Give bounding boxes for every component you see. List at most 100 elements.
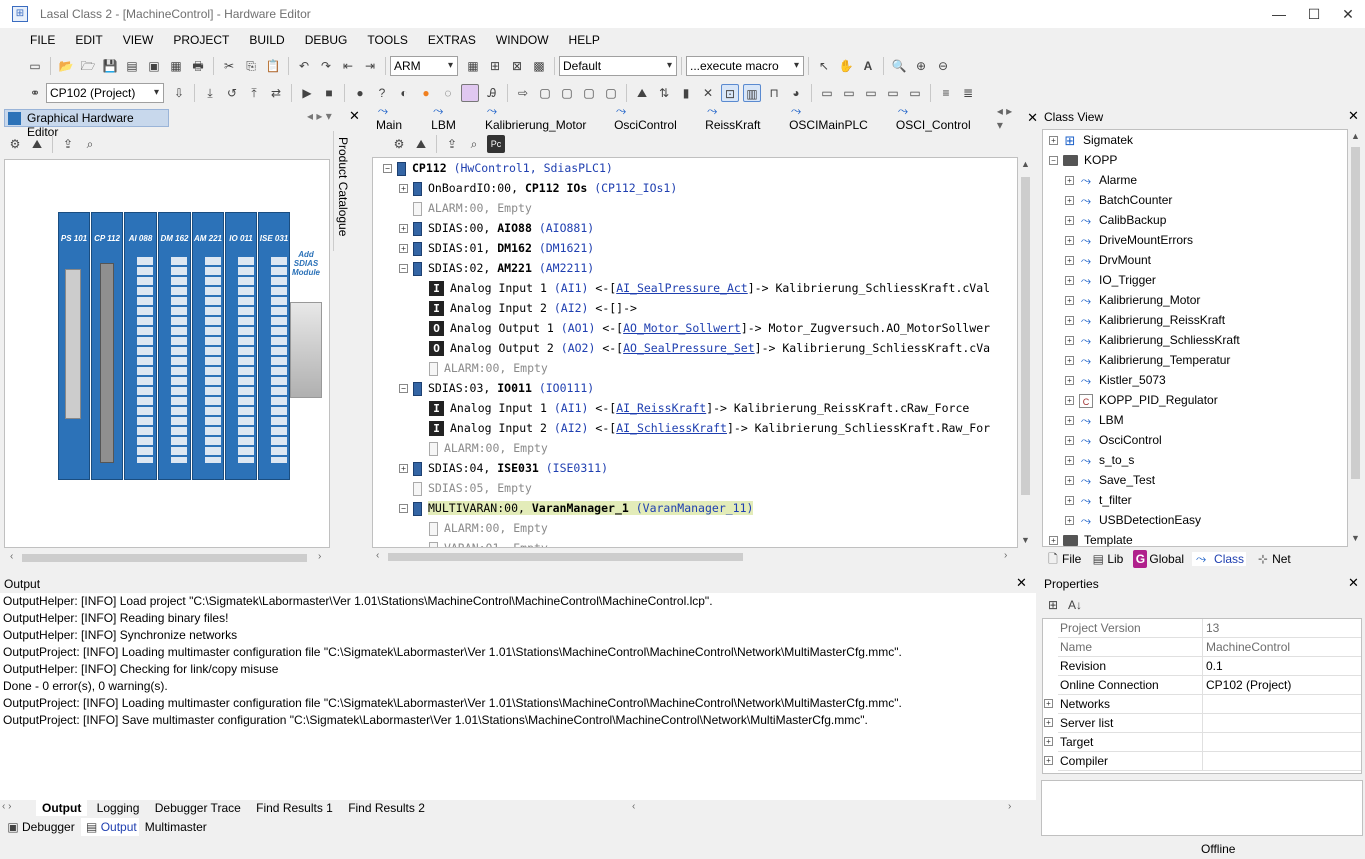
- class-item[interactable]: + ⤳ Kalibrierung_ReissKraft: [1065, 310, 1225, 330]
- io-channel-row[interactable]: O Analog Output 2 (AO2) <-[AO_SealPressur…: [415, 338, 990, 358]
- export-icon[interactable]: ⇥: [361, 57, 379, 75]
- zoom-in-icon[interactable]: ⊕: [912, 57, 930, 75]
- hand-icon[interactable]: ✋: [837, 57, 855, 75]
- tree-node-row[interactable]: + SDIAS:00, AIO88 (AIO881): [399, 218, 594, 238]
- class-item[interactable]: + ⤳ t_filter: [1065, 490, 1132, 510]
- text-icon[interactable]: A: [859, 57, 877, 75]
- tab-logging[interactable]: Logging: [91, 800, 146, 816]
- module-ps101[interactable]: PS 101: [58, 212, 90, 480]
- save-icon[interactable]: 💾: [101, 57, 119, 75]
- open-icon[interactable]: 📂: [57, 57, 75, 75]
- step-icon[interactable]: ◐: [395, 84, 413, 102]
- grid-icon[interactable]: ⊞: [486, 57, 504, 75]
- watch-icon[interactable]: ◌: [439, 84, 457, 102]
- tab-reisskraft[interactable]: ⤳ReissKraft: [705, 104, 779, 133]
- empty-slot-row[interactable]: ALARM:00, Empty: [399, 198, 532, 218]
- tabs-nav-icon[interactable]: ◂ ▸ ▾: [997, 104, 1021, 132]
- open-project-icon[interactable]: 🗁: [79, 57, 97, 75]
- hw-chart-icon[interactable]: ⛰: [28, 135, 46, 153]
- close-pane-icon[interactable]: ✕: [349, 108, 360, 124]
- hw-hscrollbar[interactable]: ‹ ›: [4, 550, 330, 566]
- tab-debugger-trace[interactable]: Debugger Trace: [149, 800, 247, 816]
- tab-lib[interactable]: ▤ Lib: [1089, 550, 1124, 568]
- io-channel-row[interactable]: I Analog Input 1 (AI1) <-[AI_ReissKraft]-…: [415, 398, 969, 418]
- tree-hscrollbar[interactable]: ‹ ›: [372, 549, 1018, 565]
- tab-multimaster[interactable]: Multimaster: [145, 820, 207, 834]
- expander-icon[interactable]: +: [1065, 436, 1074, 446]
- zoom-icon[interactable]: 🔍: [890, 57, 908, 75]
- close-class-view-icon[interactable]: ✕: [1348, 108, 1359, 124]
- sort-icon[interactable]: ⇅: [655, 84, 673, 102]
- close-button[interactable]: ✕: [1331, 0, 1365, 28]
- property-row[interactable]: + Server list: [1044, 714, 1361, 733]
- class-item[interactable]: + ⤳ USBDetectionEasy: [1065, 510, 1201, 530]
- linked-variable[interactable]: AI_SealPressure_Act: [616, 281, 748, 295]
- expander-icon[interactable]: +: [1049, 536, 1058, 546]
- delete-icon[interactable]: ⊠: [508, 57, 526, 75]
- class-item[interactable]: + ⤳ IO_Trigger: [1065, 270, 1156, 290]
- empty-slot-row[interactable]: SDIAS:05, Empty: [399, 478, 532, 498]
- module-io011[interactable]: IO 011: [225, 212, 257, 480]
- menu-view[interactable]: VIEW: [117, 30, 160, 50]
- box2-icon[interactable]: ▢: [558, 84, 576, 102]
- menu-build[interactable]: BUILD: [243, 30, 290, 50]
- expander-icon[interactable]: +: [1065, 256, 1074, 266]
- expander-icon[interactable]: +: [1065, 196, 1074, 206]
- class-item[interactable]: + ⤳ OsciControl: [1065, 430, 1162, 450]
- close-properties-icon[interactable]: ✕: [1348, 575, 1359, 591]
- property-row[interactable]: Project Version 13: [1058, 619, 1361, 638]
- import-icon[interactable]: ⇤: [339, 57, 357, 75]
- chart-icon[interactable]: ⛰: [633, 84, 651, 102]
- close-output-icon[interactable]: ✕: [1016, 575, 1027, 591]
- property-row[interactable]: Online Connection CP102 (Project): [1058, 676, 1361, 695]
- empty-slot-row[interactable]: ALARM:00, Empty: [415, 358, 548, 378]
- class-item[interactable]: + ⤳ DriveMountErrors: [1065, 230, 1193, 250]
- expander-icon[interactable]: +: [1049, 136, 1058, 146]
- expander-icon[interactable]: +: [1065, 276, 1074, 286]
- tab-kalibrierung-motor[interactable]: ⤳Kalibrierung_Motor: [485, 104, 604, 133]
- tools-icon[interactable]: ✕: [699, 84, 717, 102]
- tree-node-row[interactable]: + SDIAS:04, ISE031 (ISE0311): [399, 458, 608, 478]
- tree-node-row[interactable]: − MULTIVARAN:00, VaranManager_1 (VaranMan…: [399, 498, 754, 518]
- undo-icon[interactable]: ↶: [295, 57, 313, 75]
- expander-icon[interactable]: −: [383, 164, 392, 173]
- tree-vscrollbar[interactable]: ▲ ▼: [1018, 157, 1033, 548]
- expander-icon[interactable]: +: [1065, 516, 1074, 526]
- class-item[interactable]: + ⤳ Save_Test: [1065, 470, 1155, 490]
- linked-variable[interactable]: AO_SealPressure_Set: [623, 341, 755, 355]
- box3-icon[interactable]: ▢: [580, 84, 598, 102]
- breakpoint-icon[interactable]: ●: [351, 84, 369, 102]
- monitor-icon[interactable]: ▩: [530, 57, 548, 75]
- box4-icon[interactable]: ▢: [602, 84, 620, 102]
- expander-icon[interactable]: −: [1049, 156, 1058, 166]
- menu-debug[interactable]: DEBUG: [299, 30, 354, 50]
- close-doc-icon[interactable]: ✕: [1027, 110, 1038, 126]
- download-icon[interactable]: ⇩: [170, 84, 188, 102]
- reset-icon[interactable]: ↺: [223, 84, 241, 102]
- tab-global[interactable]: G Global: [1131, 550, 1184, 568]
- module-ise031[interactable]: ISE 031: [258, 212, 290, 480]
- menu-project[interactable]: PROJECT: [167, 30, 235, 50]
- new-window-icon[interactable]: ▭: [26, 57, 44, 75]
- tree-node-row[interactable]: − CP112 (HwControl1, SdiasPLC1): [383, 158, 613, 178]
- expander-icon[interactable]: +: [1065, 456, 1074, 466]
- hw-properties-icon[interactable]: ⚙: [6, 135, 24, 153]
- tab-class[interactable]: ⤳ Class: [1192, 551, 1247, 567]
- zoom-out-icon[interactable]: ⊖: [934, 57, 952, 75]
- menu-extras[interactable]: EXTRAS: [422, 30, 482, 50]
- class-vscrollbar[interactable]: ▲ ▼: [1348, 129, 1363, 547]
- hw-search-icon[interactable]: ⌕: [81, 135, 99, 153]
- macro-select[interactable]: ...execute macro: [686, 56, 804, 76]
- class-item[interactable]: + ⤳ Alarme: [1065, 170, 1137, 190]
- pane-menu-icon[interactable]: ◂ ▸ ▾: [307, 109, 332, 123]
- property-row[interactable]: + Networks: [1044, 695, 1361, 714]
- class-item[interactable]: + ⤳ Kistler_5073: [1065, 370, 1166, 390]
- box1-icon[interactable]: ▢: [536, 84, 554, 102]
- menu-tools[interactable]: TOOLS: [361, 30, 413, 50]
- class-item[interactable]: + ⤳ BatchCounter: [1065, 190, 1172, 210]
- tree-search-icon[interactable]: ⌕: [465, 135, 483, 153]
- property-row[interactable]: Revision 0.1: [1058, 657, 1361, 676]
- linked-variable[interactable]: AI_ReissKraft: [616, 401, 706, 415]
- comment5-icon[interactable]: ▭: [906, 84, 924, 102]
- empty-slot-row[interactable]: VARAN:01, Empty: [415, 538, 548, 547]
